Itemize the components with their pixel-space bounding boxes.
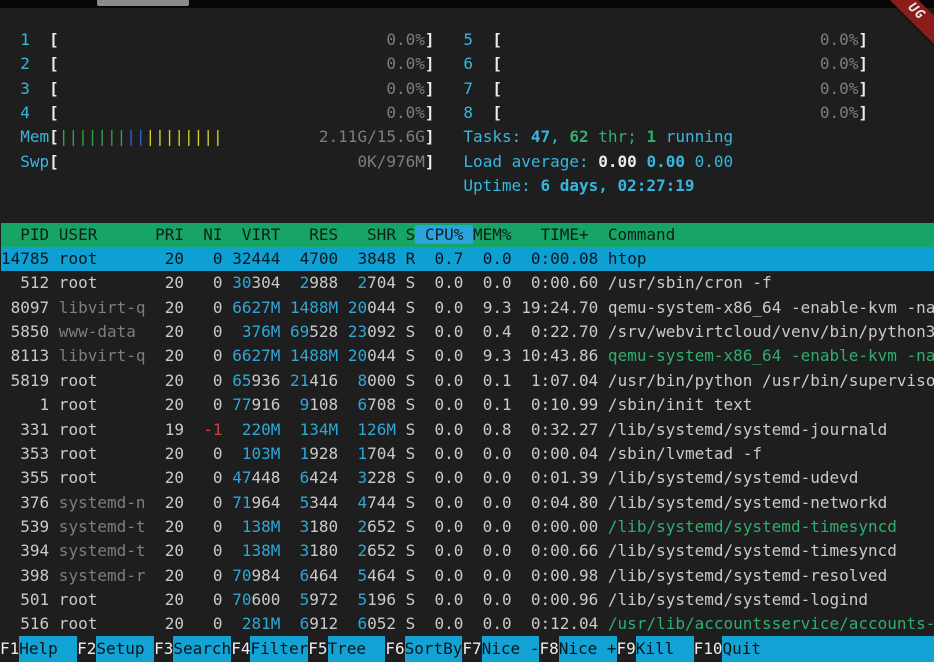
fkey-f3-key[interactable]: F3 [154,636,173,662]
htop-terminal: UG 1 [ 0.0%] 5 [ 0.0%] 2 [ 0.0%] 6 [ 0.0… [0,0,934,662]
cpu-meter-4-label: 4 [20,103,49,122]
cpu-meter-2-label: 2 [20,54,49,73]
fkey-f3-search-button[interactable]: Search [173,636,231,662]
fkey-f9-key[interactable]: F9 [617,636,636,662]
tab-remnant [97,0,189,6]
process-row-355[interactable]: 355 root 20 0 47448 6424 3228 S 0.0 0.0 … [1,466,934,490]
load-average: Load average: [463,152,598,171]
fkey-bar-filler [780,636,934,662]
cpu-meter-3-value: 0.0% [386,79,425,98]
swap-meter-row: Swp[ 0K/976M] Load average: 0.00 0.00 0.… [1,150,934,174]
cpu-meter-8-label: 8 [463,103,492,122]
fkey-f8-key[interactable]: F8 [539,636,558,662]
cpu-meter-6-label: 6 [463,54,492,73]
tasks-summary: 62 [569,127,588,146]
swap-meter-value: 0K/976M [357,152,424,171]
window-top-strip [0,0,934,8]
process-row-501[interactable]: 501 root 20 0 70600 5972 5196 S 0.0 0.0 … [1,588,934,612]
process-row-398[interactable]: 398 systemd-r 20 0 70984 6464 5464 S 0.0… [1,564,934,588]
memory-meter-row: Mem[||||||||||||||||| 2.11G/15.6G] Tasks… [1,125,934,149]
cpu-meter-2-value: 0.0% [386,54,425,73]
process-row-376[interactable]: 376 systemd-n 20 0 71964 5344 4744 S 0.0… [1,491,934,515]
process-row-1[interactable]: 1 root 20 0 77916 9108 6708 S 0.0 0.1 0:… [1,393,934,417]
tasks-summary: 47 [531,127,550,146]
cpu-meter-1-value: 0.0% [386,30,425,49]
process-row-539[interactable]: 539 systemd-t 20 0 138M 3180 2652 S 0.0 … [1,515,934,539]
process-row-512[interactable]: 512 root 20 0 30304 2988 2704 S 0.0 0.0 … [1,271,934,295]
tasks-summary: , [550,127,569,146]
memory-meter-blue-bars: || [126,127,145,146]
swap-meter-label: Swp [20,152,49,171]
fkey-f5-key[interactable]: F5 [308,636,327,662]
cpu-meter-4-value: 0.0% [386,103,425,122]
cpu-meter-3-label: 3 [20,79,49,98]
uptime-row: Uptime: 6 days, 02:27:19 [1,174,934,198]
tasks-summary: thr; [589,127,647,146]
cpu-meter-7-value: 0.0% [820,79,859,98]
memory-meter-green-bars: ||||||| [59,127,126,146]
terminal-content: 1 [ 0.0%] 5 [ 0.0%] 2 [ 0.0%] 6 [ 0.0%] … [1,28,934,637]
fkey-f2-key[interactable]: F2 [77,636,96,662]
fkey-f6-sortby-button[interactable]: SortBy [405,636,463,662]
memory-meter-label: Mem [20,127,49,146]
spacer-row [1,198,934,222]
load-average: 0.00 [646,152,694,171]
fkey-f8-nice-button[interactable]: Nice + [559,636,617,662]
tasks-summary: 1 [646,127,656,146]
memory-meter-yellow-bars: |||||||| [146,127,223,146]
memory-meter-value: 2.11G/15.6G [319,127,425,146]
process-table-header: PID USER PRI NI VIRT RES SHR S CPU% MEM%… [1,223,934,247]
cpu-meter-8-value: 0.0% [820,103,859,122]
function-key-bar: F1Help F2Setup F3SearchF4FilterF5Tree F6… [0,636,934,662]
table-header-columns: PID USER PRI NI VIRT RES SHR S [1,225,415,244]
cpu-meter-5-label: 5 [463,30,492,49]
cpu-meter-7-label: 7 [463,79,492,98]
uptime: 6 days, 02:27:19 [540,176,694,195]
process-row-8097[interactable]: 8097 libvirt-q 20 0 6627M 1488M 20044 S … [1,296,934,320]
cpu-meter-row-4: 4 [ 0.0%] 8 [ 0.0%] [1,101,934,125]
process-row-5819[interactable]: 5819 root 20 0 65936 21416 8000 S 0.0 0.… [1,369,934,393]
load-average: 0.00 [695,152,734,171]
fkey-f7-nice-button[interactable]: Nice - [482,636,540,662]
fkey-f1-key[interactable]: F1 [0,636,19,662]
cpu-meter-row-2: 2 [ 0.0%] 6 [ 0.0%] [1,52,934,76]
process-row-353[interactable]: 353 root 20 0 103M 1928 1704 S 0.0 0.0 0… [1,442,934,466]
fkey-f6-key[interactable]: F6 [385,636,404,662]
process-row-8113[interactable]: 8113 libvirt-q 20 0 6627M 1488M 20044 S … [1,344,934,368]
cpu-meter-5-value: 0.0% [820,30,859,49]
process-row-516[interactable]: 516 root 20 0 281M 6912 6052 S 0.0 0.0 0… [1,612,934,636]
process-row-5850[interactable]: 5850 www-data 20 0 376M 69528 23092 S 0.… [1,320,934,344]
fkey-f1-help-button[interactable]: Help [19,636,77,662]
process-row-394[interactable]: 394 systemd-t 20 0 138M 3180 2652 S 0.0 … [1,539,934,563]
sort-column-header[interactable]: CPU% [415,225,473,244]
fkey-f9-kill-button[interactable]: Kill [636,636,694,662]
cpu-meter-1-label: 1 [20,30,49,49]
fkey-f2-setup-button[interactable]: Setup [96,636,154,662]
tasks-summary: running [656,127,733,146]
uptime: Uptime: [463,176,540,195]
fkey-f10-quit-button[interactable]: Quit [722,636,780,662]
fkey-f10-key[interactable]: F10 [694,636,723,662]
cpu-meter-6-value: 0.0% [820,54,859,73]
process-row-331[interactable]: 331 root 19 -1 220M 134M 126M S 0.0 0.8 … [1,418,934,442]
fkey-f4-filter-button[interactable]: Filter [250,636,308,662]
tasks-summary: Tasks: [463,127,530,146]
cpu-meter-row-3: 3 [ 0.0%] 7 [ 0.0%] [1,77,934,101]
table-header-columns: MEM% TIME+ Command [473,225,675,244]
cpu-meter-row-1: 1 [ 0.0%] 5 [ 0.0%] [1,28,934,52]
load-average: 0.00 [598,152,646,171]
fkey-f5-tree-button[interactable]: Tree [328,636,386,662]
process-row-14785[interactable]: 14785 root 20 0 32444 4700 3848 R 0.7 0.… [1,247,934,271]
fkey-f7-key[interactable]: F7 [462,636,481,662]
fkey-f4-key[interactable]: F4 [231,636,250,662]
